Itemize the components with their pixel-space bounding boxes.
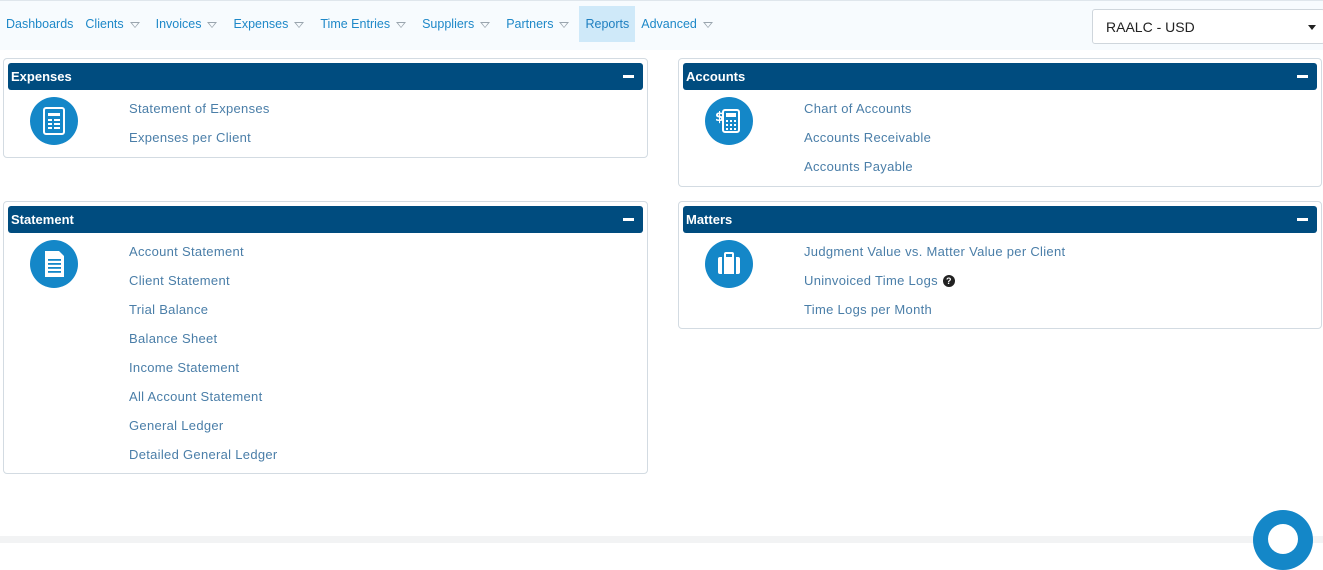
nav-clients[interactable]: Clients [79,6,149,42]
link-general-ledger[interactable]: General Ledger [129,416,278,445]
expenses-panel-header: Expenses [8,63,643,90]
link-detailed-general-ledger[interactable]: Detailed General Ledger [129,445,278,474]
nav-partners-label: Partners [506,17,554,31]
nav-dashboards[interactable]: Dashboards [0,6,79,42]
chevron-down-icon [129,22,140,28]
nav-time-entries-label: Time Entries [320,17,391,31]
link-judgment-value-vs-matter-value[interactable]: Judgment Value vs. Matter Value per Clie… [804,242,1065,271]
nav-invoices-label: Invoices [155,17,202,31]
chevron-down-icon [480,22,491,28]
matters-panel-title: Matters [686,212,733,227]
link-client-statement[interactable]: Client Statement [129,271,278,300]
link-accounts-payable[interactable]: Accounts Payable [804,157,931,186]
link-trial-balance[interactable]: Trial Balance [129,300,278,329]
dropdown-arrow-icon [1308,25,1316,30]
accounts-panel-title: Accounts [686,69,746,84]
chat-widget-button[interactable] [1253,510,1313,570]
nav-expenses[interactable]: Expenses [227,6,314,42]
nav-clients-label: Clients [85,17,124,31]
report-document-icon [30,97,78,145]
accounts-panel-header: Accounts [683,63,1317,90]
nav-reports[interactable]: Reports [579,6,636,42]
matters-links: Judgment Value vs. Matter Value per Clie… [804,242,1065,329]
main-menu: Dashboards Clients Invoices Expenses Tim… [0,6,723,42]
chevron-down-icon [702,22,713,28]
company-currency-select[interactable]: RAALC - USD [1092,9,1323,44]
statement-panel-title: Statement [11,212,74,227]
footer-strip [0,536,1323,543]
nav-advanced[interactable]: Advanced [635,6,723,42]
nav-expenses-label: Expenses [233,17,289,31]
nav-reports-label: Reports [585,17,630,31]
chevron-down-icon [207,22,218,28]
nav-invoices[interactable]: Invoices [150,6,228,42]
link-accounts-receivable[interactable]: Accounts Receivable [804,128,931,157]
expenses-links: Statement of Expenses Expenses per Clien… [129,99,270,157]
matters-panel-header: Matters [683,206,1317,233]
chevron-down-icon [396,22,407,28]
nav-suppliers-label: Suppliers [422,17,475,31]
statement-links: Account Statement Client Statement Trial… [129,242,278,474]
link-expenses-per-client[interactable]: Expenses per Client [129,128,270,157]
nav-partners[interactable]: Partners [500,6,579,42]
collapse-icon[interactable] [1297,75,1308,78]
link-income-statement[interactable]: Income Statement [129,358,278,387]
document-lines-icon [30,240,78,288]
briefcase-icon [705,240,753,288]
link-account-statement[interactable]: Account Statement [129,242,278,271]
accounts-panel: Accounts $ Chart of Accounts Accounts Re… [678,58,1322,187]
chevron-down-icon [559,22,570,28]
chevron-down-icon [294,22,305,28]
collapse-icon[interactable] [1297,218,1308,221]
link-all-account-statement[interactable]: All Account Statement [129,387,278,416]
expenses-panel-title: Expenses [11,69,72,84]
calculator-dollar-icon: $ [705,97,753,145]
link-uninvoiced-time-logs[interactable]: Uninvoiced Time Logs ? [804,271,1065,300]
statement-panel: Statement Account Statement Client State… [3,201,648,474]
collapse-icon[interactable] [623,218,634,221]
link-uninvoiced-time-logs-label: Uninvoiced Time Logs [804,273,938,288]
link-time-logs-per-month[interactable]: Time Logs per Month [804,300,1065,329]
nav-suppliers[interactable]: Suppliers [416,6,500,42]
accounts-links: Chart of Accounts Accounts Receivable Ac… [804,99,931,186]
nav-advanced-label: Advanced [641,17,697,31]
statement-panel-header: Statement [8,206,643,233]
question-circle-icon[interactable]: ? [942,275,955,287]
nav-dashboards-label: Dashboards [6,17,74,31]
nav-time-entries[interactable]: Time Entries [314,6,416,42]
link-chart-of-accounts[interactable]: Chart of Accounts [804,99,931,128]
collapse-icon[interactable] [623,75,634,78]
matters-panel: Matters Judgment Value vs. Matter Value … [678,201,1322,329]
link-statement-of-expenses[interactable]: Statement of Expenses [129,99,270,128]
top-navigation-bar: Dashboards Clients Invoices Expenses Tim… [0,0,1323,50]
link-balance-sheet[interactable]: Balance Sheet [129,329,278,358]
company-currency-value: RAALC - USD [1106,18,1195,35]
expenses-panel: Expenses Statement of Expenses Expenses … [3,58,648,158]
